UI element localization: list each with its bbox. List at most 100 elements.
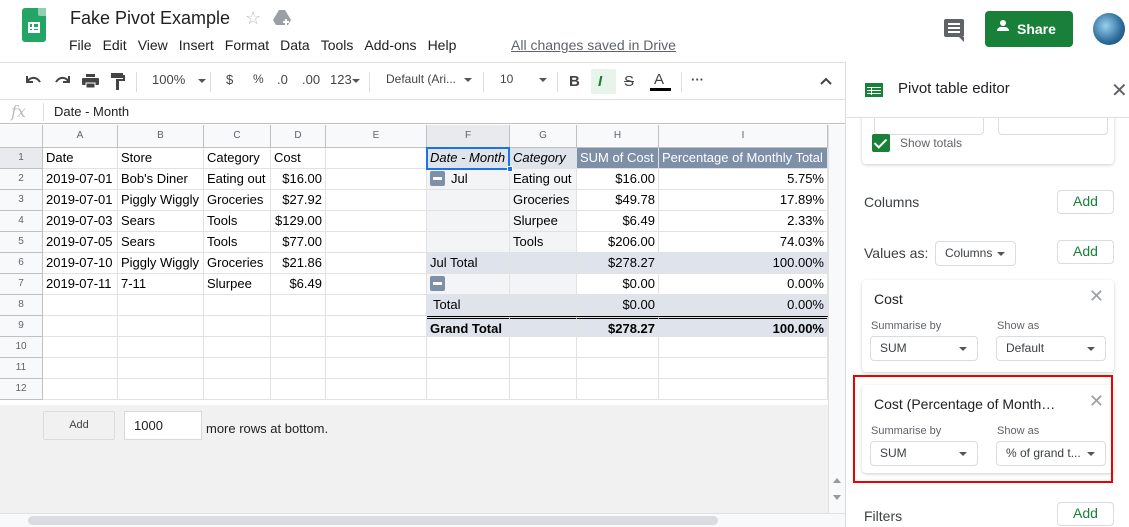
source-cell[interactable]: Sears — [118, 211, 204, 232]
source-cell[interactable]: Tools — [204, 232, 271, 253]
pivot-cell[interactable] — [510, 253, 577, 274]
cell[interactable] — [43, 379, 118, 400]
pivot-cell[interactable] — [427, 232, 510, 253]
source-cell[interactable]: Bob's Diner — [118, 169, 204, 190]
cell[interactable] — [326, 295, 427, 316]
cell[interactable] — [326, 169, 427, 190]
pivot-cell[interactable]: Slurpee — [510, 211, 577, 232]
row-header-11[interactable]: 11 — [0, 358, 43, 379]
cell[interactable] — [271, 379, 326, 400]
pivot-cell[interactable]: Total — [427, 295, 510, 316]
pivot-cell[interactable]: 0.00% — [659, 295, 828, 316]
cell[interactable] — [204, 316, 271, 337]
close-icon[interactable]: ✕ — [1111, 78, 1128, 103]
source-cell[interactable]: $16.00 — [271, 169, 326, 190]
source-cell[interactable]: $21.86 — [271, 253, 326, 274]
pivot-cell[interactable]: $49.78 — [577, 190, 659, 211]
source-cell[interactable]: 2019-07-01 — [43, 169, 118, 190]
pivot-header-cell[interactable]: SUM of Cost — [577, 148, 659, 169]
cell[interactable] — [659, 379, 828, 400]
menu-data[interactable]: Data — [280, 37, 310, 53]
more-formats-button[interactable]: 123 — [330, 72, 360, 87]
pivot-cell[interactable]: 2.33% — [659, 211, 828, 232]
source-cell[interactable]: $77.00 — [271, 232, 326, 253]
cell[interactable] — [43, 358, 118, 379]
menu-insert[interactable]: Insert — [179, 37, 214, 53]
source-cell[interactable]: Piggly Wiggly — [118, 253, 204, 274]
cell[interactable] — [204, 379, 271, 400]
column-header-c[interactable]: C — [204, 125, 271, 148]
source-cell[interactable]: Slurpee — [204, 274, 271, 295]
source-cell[interactable]: Piggly Wiggly — [118, 190, 204, 211]
pivot-cell[interactable] — [510, 295, 577, 316]
cell[interactable] — [326, 190, 427, 211]
row-header-3[interactable]: 3 — [0, 190, 43, 211]
scroll-down-icon[interactable] — [833, 495, 841, 500]
menu-help[interactable]: Help — [428, 37, 457, 53]
pivot-cell[interactable]: $206.00 — [577, 232, 659, 253]
pivot-cell[interactable] — [427, 274, 510, 295]
star-icon[interactable]: ☆ — [245, 8, 261, 29]
paint-format-icon[interactable] — [111, 73, 125, 90]
cell[interactable] — [659, 358, 828, 379]
cell[interactable] — [427, 337, 510, 358]
add-filter-button[interactable]: Add — [1057, 502, 1114, 526]
cell[interactable] — [326, 337, 427, 358]
pivot-cell[interactable]: 100.00% — [659, 316, 828, 337]
formula-input[interactable]: Date - Month — [54, 104, 129, 119]
collapse-group-icon[interactable] — [430, 276, 445, 292]
pivot-cell[interactable]: 100.00% — [659, 253, 828, 274]
values-as-select[interactable]: Columns — [935, 241, 1016, 266]
pivot-cell[interactable]: $6.49 — [577, 211, 659, 232]
bold-button[interactable]: B — [569, 73, 580, 90]
column-header-b[interactable]: B — [118, 125, 204, 148]
cell[interactable] — [326, 211, 427, 232]
show-totals-checkbox[interactable] — [872, 134, 890, 152]
cell[interactable] — [326, 253, 427, 274]
vertical-scrollbar[interactable] — [828, 125, 845, 513]
rows-count-input[interactable]: 1000 — [124, 411, 202, 440]
pivot-cell[interactable]: Eating out — [510, 169, 577, 190]
scroll-up-icon[interactable] — [833, 478, 841, 483]
pivot-cell[interactable]: 0.00% — [659, 274, 828, 295]
document-title[interactable]: Fake Pivot Example — [70, 8, 230, 29]
cell[interactable] — [326, 316, 427, 337]
add-value-button[interactable]: Add — [1057, 240, 1114, 264]
user-avatar[interactable] — [1093, 13, 1125, 45]
cell[interactable] — [326, 148, 427, 169]
source-cell[interactable]: 2019-07-03 — [43, 211, 118, 232]
row-header-12[interactable]: 12 — [0, 379, 43, 400]
pivot-cell[interactable]: 17.89% — [659, 190, 828, 211]
collapse-group-icon[interactable] — [430, 171, 445, 187]
pivot-cell[interactable] — [510, 274, 577, 295]
row-header-5[interactable]: 5 — [0, 232, 43, 253]
cell[interactable] — [577, 337, 659, 358]
cell[interactable] — [271, 358, 326, 379]
italic-button-active[interactable] — [591, 69, 616, 94]
source-cell[interactable]: 2019-07-01 — [43, 190, 118, 211]
pivot-cell[interactable]: 74.03% — [659, 232, 828, 253]
menu-file[interactable]: File — [69, 37, 92, 53]
horizontal-scrollbar[interactable] — [0, 513, 845, 527]
row-header-9[interactable]: 9 — [0, 316, 43, 337]
pivot-cell[interactable]: $278.27 — [577, 253, 659, 274]
source-cell[interactable]: 2019-07-11 — [43, 274, 118, 295]
cell[interactable] — [577, 358, 659, 379]
menu-edit[interactable]: Edit — [103, 37, 127, 53]
menu-view[interactable]: View — [138, 37, 168, 53]
cell[interactable] — [510, 337, 577, 358]
decrease-decimals-button[interactable]: .0 — [277, 72, 288, 87]
format-percent-button[interactable]: % — [253, 72, 264, 86]
pivot-cell[interactable] — [510, 316, 577, 337]
pivot-cell[interactable]: Groceries — [510, 190, 577, 211]
cell[interactable] — [118, 358, 204, 379]
source-cell[interactable]: Groceries — [204, 253, 271, 274]
cell[interactable] — [271, 295, 326, 316]
source-header-cell[interactable]: Cost — [271, 148, 326, 169]
row-header-4[interactable]: 4 — [0, 211, 43, 232]
pivot-cell[interactable]: Jul Total — [427, 253, 510, 274]
pivot-cell[interactable] — [427, 211, 510, 232]
pivot-cell[interactable]: $0.00 — [577, 295, 659, 316]
column-header-a[interactable]: A — [43, 125, 118, 148]
pivot-cell[interactable]: Tools — [510, 232, 577, 253]
